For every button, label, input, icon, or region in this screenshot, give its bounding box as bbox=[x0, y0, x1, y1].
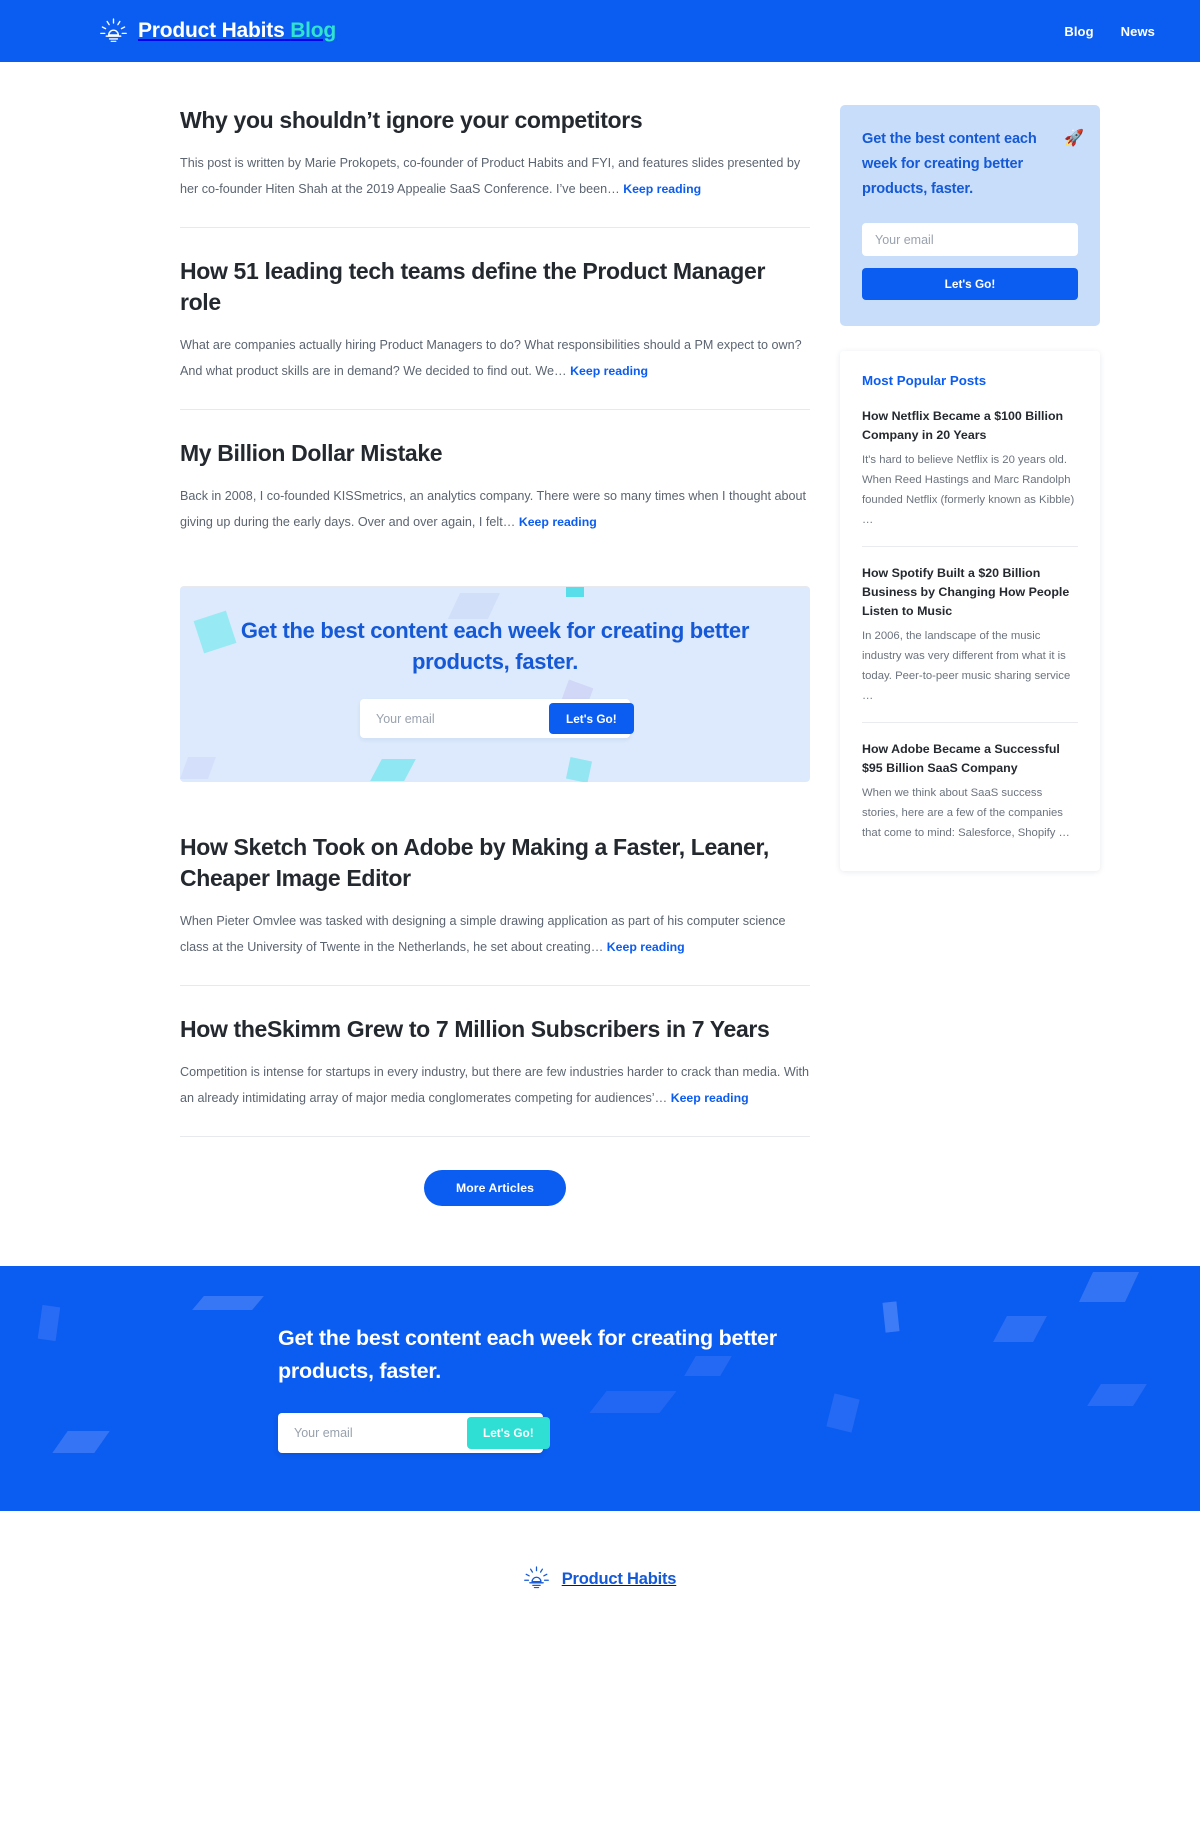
page-body: Why you shouldn’t ignore your competitor… bbox=[0, 62, 1200, 1206]
footer-cta-title: Get the best content each week for creat… bbox=[278, 1326, 777, 1383]
site-footer: Product Habits bbox=[0, 1511, 1200, 1640]
article-excerpt-text: What are companies actually hiring Produ… bbox=[180, 338, 802, 378]
sun-lightbulb-icon bbox=[523, 1566, 551, 1592]
article-card[interactable]: Why you shouldn’t ignore your competitor… bbox=[180, 105, 810, 227]
nav-item-blog[interactable]: Blog bbox=[1064, 24, 1093, 39]
brand-name: Product Habits bbox=[138, 19, 285, 42]
article-excerpt-text: This post is written by Marie Prokopets,… bbox=[180, 156, 801, 196]
article-excerpt: When Pieter Omvlee was tasked with desig… bbox=[180, 908, 810, 960]
inline-newsletter-cta: Get the best content each week for creat… bbox=[180, 586, 810, 782]
popular-post-title[interactable]: How Adobe Became a Successful $95 Billio… bbox=[862, 740, 1078, 778]
sidebar-newsletter-cta: Get the best content each week for creat… bbox=[840, 105, 1100, 326]
subscribe-button[interactable]: Let's Go! bbox=[549, 703, 634, 734]
article-excerpt: Back in 2008, I co-founded KISSmetrics, … bbox=[180, 483, 810, 535]
confetti-shape bbox=[566, 587, 584, 597]
footer-newsletter-cta: Get the best content each week for creat… bbox=[0, 1266, 1200, 1511]
keep-reading-link[interactable]: Keep reading bbox=[607, 940, 685, 954]
inline-newsletter-form: Let's Go! bbox=[360, 699, 634, 738]
footer-brand-name: Product Habits bbox=[561, 1569, 677, 1588]
footer-newsletter-form: Let's Go! bbox=[278, 1413, 550, 1453]
primary-nav: Blog News bbox=[1064, 24, 1155, 39]
rocket-emoji: 🚀 bbox=[1064, 130, 1084, 147]
article-excerpt-text: Back in 2008, I co-founded KISSmetrics, … bbox=[180, 489, 807, 529]
popular-post-item[interactable]: How Adobe Became a Successful $95 Billio… bbox=[862, 722, 1078, 859]
most-popular-heading: Most Popular Posts bbox=[862, 373, 987, 388]
article-title[interactable]: Why you shouldn’t ignore your competitor… bbox=[180, 105, 810, 136]
confetti-shape bbox=[565, 756, 593, 782]
article-title[interactable]: How Sketch Took on Adobe by Making a Fas… bbox=[180, 832, 810, 894]
footer-brand-logo-link[interactable]: Product Habits bbox=[523, 1566, 677, 1592]
confetti-shape bbox=[192, 1296, 264, 1310]
confetti-shape bbox=[193, 610, 237, 654]
article-title[interactable]: How 51 leading tech teams define the Pro… bbox=[180, 256, 810, 318]
article-card[interactable]: How Sketch Took on Adobe by Making a Fas… bbox=[180, 808, 810, 985]
popular-post-item[interactable]: How Spotify Built a $20 Billion Business… bbox=[862, 546, 1078, 722]
confetti-shape bbox=[37, 1304, 61, 1342]
article-card[interactable]: How theSkimm Grew to 7 Million Subscribe… bbox=[180, 985, 810, 1136]
brand-text: Product Habits Blog bbox=[138, 19, 336, 43]
email-input[interactable] bbox=[862, 223, 1078, 256]
footer-cta-inner: Get the best content each week for creat… bbox=[278, 1322, 878, 1453]
popular-post-title[interactable]: How Spotify Built a $20 Billion Business… bbox=[862, 564, 1078, 621]
confetti-shape bbox=[993, 1316, 1047, 1342]
sun-lightbulb-icon bbox=[100, 18, 127, 44]
brand-suffix: Blog bbox=[290, 19, 337, 42]
article-excerpt: This post is written by Marie Prokopets,… bbox=[180, 150, 810, 202]
confetti-shape bbox=[180, 757, 217, 779]
article-title[interactable]: How theSkimm Grew to 7 Million Subscribe… bbox=[180, 1014, 810, 1045]
popular-post-title[interactable]: How Netflix Became a $100 Billion Compan… bbox=[862, 407, 1078, 445]
keep-reading-link[interactable]: Keep reading bbox=[623, 182, 701, 196]
subscribe-button[interactable]: Let's Go! bbox=[862, 268, 1078, 300]
keep-reading-link[interactable]: Keep reading bbox=[671, 1091, 749, 1105]
popular-post-item[interactable]: How Netflix Became a $100 Billion Compan… bbox=[862, 407, 1078, 546]
keep-reading-link[interactable]: Keep reading bbox=[519, 515, 597, 529]
popular-post-excerpt: In 2006, the landscape of the music indu… bbox=[862, 630, 1071, 702]
sidebar: Get the best content each week for creat… bbox=[840, 62, 1100, 1206]
nav-item-news[interactable]: News bbox=[1121, 24, 1155, 39]
popular-post-excerpt: When we think about SaaS success stories… bbox=[862, 787, 1070, 839]
popular-post-excerpt: It's hard to believe Netflix is 20 years… bbox=[862, 454, 1075, 526]
email-input[interactable] bbox=[364, 711, 549, 726]
most-popular-posts-card: Most Popular Posts How Netflix Became a … bbox=[840, 351, 1100, 871]
confetti-shape bbox=[1087, 1384, 1147, 1406]
inline-cta-title: Get the best content each week for creat… bbox=[240, 618, 750, 674]
article-list: Why you shouldn’t ignore your competitor… bbox=[180, 62, 810, 1206]
article-excerpt-text: When Pieter Omvlee was tasked with desig… bbox=[180, 914, 786, 954]
brand-logo-link[interactable]: Product Habits Blog bbox=[100, 18, 336, 44]
article-title[interactable]: My Billion Dollar Mistake bbox=[180, 438, 810, 469]
more-articles-button[interactable]: More Articles bbox=[423, 1170, 567, 1206]
email-input[interactable] bbox=[282, 1426, 467, 1440]
keep-reading-link[interactable]: Keep reading bbox=[570, 364, 648, 378]
article-excerpt: What are companies actually hiring Produ… bbox=[180, 332, 810, 384]
confetti-shape bbox=[882, 1301, 900, 1333]
site-header: Product Habits Blog Blog News bbox=[0, 0, 1200, 62]
confetti-shape bbox=[52, 1431, 110, 1453]
confetti-shape bbox=[1079, 1272, 1139, 1302]
confetti-shape bbox=[370, 759, 416, 781]
article-card[interactable]: My Billion Dollar Mistake Back in 2008, … bbox=[180, 409, 810, 560]
subscribe-button[interactable]: Let's Go! bbox=[467, 1417, 550, 1449]
article-card[interactable]: How 51 leading tech teams define the Pro… bbox=[180, 227, 810, 409]
more-articles-container: More Articles bbox=[180, 1136, 810, 1206]
sidebar-cta-title: Get the best content each week for creat… bbox=[862, 131, 1037, 197]
article-excerpt: Competition is intense for startups in e… bbox=[180, 1059, 810, 1111]
